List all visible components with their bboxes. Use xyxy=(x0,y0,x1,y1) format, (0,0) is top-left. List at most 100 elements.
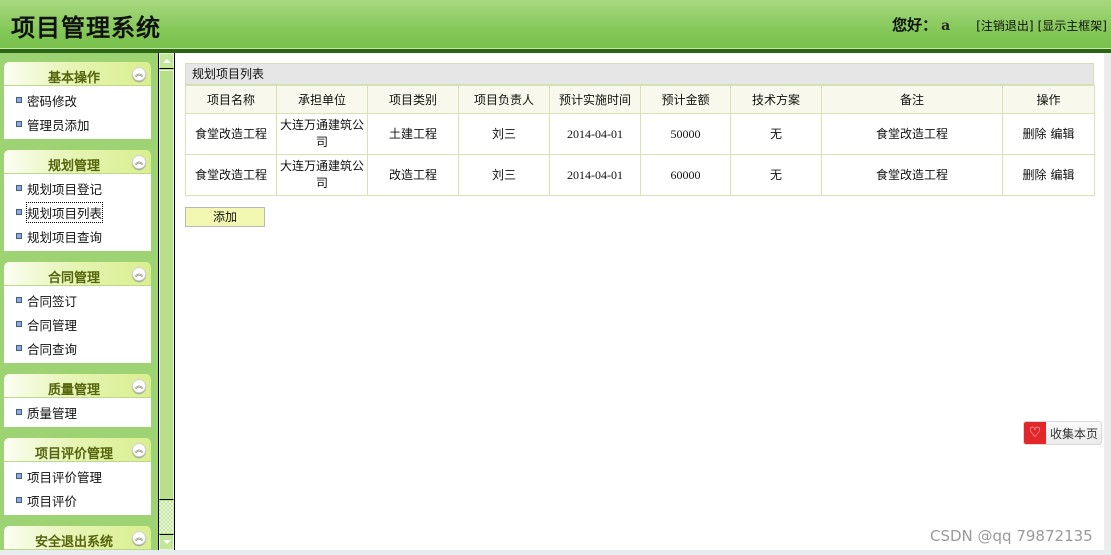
menu-item-label: 项目评价管理 xyxy=(27,469,103,485)
cell-date: 2014-04-01 xyxy=(549,154,641,196)
cell-unit: 大连万通建筑公司 xyxy=(276,113,368,155)
add-button[interactable]: 添加 xyxy=(185,207,265,227)
bullet-icon xyxy=(16,321,22,327)
cell-category: 土建工程 xyxy=(367,113,459,155)
bullet-icon xyxy=(16,121,22,127)
column-header: 项目负责人 xyxy=(458,85,550,114)
cell-manager: 刘三 xyxy=(458,113,550,155)
sidebar-item-quality-manage[interactable]: 质量管理 xyxy=(4,400,151,424)
column-header: 预计实施时间 xyxy=(549,85,641,114)
menu-item-label: 质量管理 xyxy=(27,405,78,421)
cell-plan: 无 xyxy=(730,154,822,196)
menu-group-header[interactable]: 安全退出系统 ︽ xyxy=(4,526,151,550)
arrow-up-icon xyxy=(162,59,171,63)
scroll-thumb[interactable] xyxy=(159,70,174,500)
bookmark-button[interactable]: ♡ 收集本页 xyxy=(1023,421,1102,445)
menu-group-title: 规划管理 xyxy=(47,159,100,174)
column-header: 预计金额 xyxy=(640,85,731,114)
cell-name: 食堂改造工程 xyxy=(185,154,277,196)
sidebar-item-contract-sign[interactable]: 合同签订 xyxy=(4,288,151,312)
scroll-up-button[interactable] xyxy=(159,53,174,69)
menu-group-header[interactable]: 质量管理 ︽ xyxy=(4,374,151,398)
sidebar-item-plan-register[interactable]: 规划项目登记 xyxy=(4,176,151,200)
main-content: 规划项目列表 项目名称 承担单位 项目类别 项目负责人 预计实施时间 预计金额 … xyxy=(176,53,1104,550)
edit-link[interactable]: 编辑 xyxy=(1051,127,1075,141)
menu-item-label: 管理员添加 xyxy=(27,117,90,133)
menu-item-label: 合同管理 xyxy=(27,317,78,333)
double-chevron-up-icon[interactable]: ︽ xyxy=(132,267,146,281)
greeting-label: 您好： xyxy=(892,16,938,34)
app-title: 项目管理系统 xyxy=(11,13,161,42)
column-header: 操作 xyxy=(1002,85,1095,114)
column-header: 项目类别 xyxy=(367,85,459,114)
bullet-icon xyxy=(16,233,22,239)
cell-remark: 食堂改造工程 xyxy=(821,113,1003,155)
menu-item-label: 合同查询 xyxy=(27,341,78,357)
cell-plan: 无 xyxy=(730,113,822,155)
menu-group-title: 质量管理 xyxy=(47,383,100,398)
plan-list-panel: 规划项目列表 项目名称 承担单位 项目类别 项目负责人 预计实施时间 预计金额 … xyxy=(185,63,1095,196)
sidebar-item-add-admin[interactable]: 管理员添加 xyxy=(4,112,151,136)
logout-link[interactable]: [注销退出] xyxy=(976,17,1033,34)
delete-link[interactable]: 删除 xyxy=(1022,127,1046,141)
sidebar-item-change-password[interactable]: 密码修改 xyxy=(4,88,151,112)
sidebar-item-evaluation[interactable]: 项目评价 xyxy=(4,488,151,512)
double-chevron-up-icon[interactable]: ︽ xyxy=(132,379,146,393)
table-header-row: 项目名称 承担单位 项目类别 项目负责人 预计实施时间 预计金额 技术方案 备注… xyxy=(185,85,1095,114)
menu-group-header[interactable]: 规划管理 ︽ xyxy=(4,150,151,174)
arrow-down-icon xyxy=(162,540,171,544)
double-chevron-up-icon[interactable]: ︽ xyxy=(132,67,146,81)
scroll-down-button[interactable] xyxy=(159,534,174,550)
sidebar-item-contract-manage[interactable]: 合同管理 xyxy=(4,312,151,336)
show-main-frame-link[interactable]: [显示主框架] xyxy=(1038,17,1107,34)
bullet-icon xyxy=(16,345,22,351)
menu-group-planning: 规划管理 ︽ 规划项目登记 规划项目列表 规划项目查询 xyxy=(4,150,151,251)
cell-manager: 刘三 xyxy=(458,154,550,196)
menu-group-header[interactable]: 基本操作 ︽ xyxy=(4,62,151,86)
menu-group-header[interactable]: 项目评价管理 ︽ xyxy=(4,438,151,462)
double-chevron-up-icon[interactable]: ︽ xyxy=(132,531,146,545)
bullet-icon xyxy=(16,185,22,191)
bullet-icon xyxy=(16,209,22,215)
edit-link[interactable]: 编辑 xyxy=(1051,168,1075,182)
page-scrollbar[interactable] xyxy=(1104,53,1111,550)
double-chevron-up-icon[interactable]: ︽ xyxy=(132,155,146,169)
heart-icon: ♡ xyxy=(1024,422,1046,444)
menu-item-label: 规划项目登记 xyxy=(27,181,103,197)
cell-category: 改造工程 xyxy=(367,154,459,196)
cell-unit: 大连万通建筑公司 xyxy=(276,154,368,196)
user-area: 您好： a [注销退出] [显示主框架] xyxy=(892,14,1107,35)
watermark: CSDN @qq 79872135 xyxy=(930,527,1093,545)
sidebar-item-evaluation-manage[interactable]: 项目评价管理 xyxy=(4,464,151,488)
delete-link[interactable]: 删除 xyxy=(1022,168,1046,182)
cell-actions: 删除 编辑 xyxy=(1002,113,1095,155)
menu-item-label: 项目评价 xyxy=(27,493,78,509)
column-header: 承担单位 xyxy=(276,85,368,114)
bullet-icon xyxy=(16,409,22,415)
bookmark-label: 收集本页 xyxy=(1050,426,1099,441)
sidebar-item-plan-list[interactable]: 规划项目列表 xyxy=(4,200,151,224)
column-header: 项目名称 xyxy=(185,85,277,114)
menu-group-basic: 基本操作 ︽ 密码修改 管理员添加 xyxy=(4,62,151,139)
menu-group-logout: 安全退出系统 ︽ xyxy=(4,526,151,550)
sidebar-item-contract-query[interactable]: 合同查询 xyxy=(4,336,151,360)
cell-actions: 删除 编辑 xyxy=(1002,154,1095,196)
sidebar-scrollbar[interactable] xyxy=(158,53,175,550)
menu-group-header[interactable]: 合同管理 ︽ xyxy=(4,262,151,286)
menu-group-title: 安全退出系统 xyxy=(34,535,113,550)
double-chevron-up-icon[interactable]: ︽ xyxy=(132,443,146,457)
scroll-track[interactable] xyxy=(159,501,174,533)
bullet-icon xyxy=(16,473,22,479)
column-header: 技术方案 xyxy=(730,85,822,114)
bullet-icon xyxy=(16,497,22,503)
cell-amount: 50000 xyxy=(640,113,731,155)
menu-group-title: 基本操作 xyxy=(47,71,100,86)
menu-item-label: 规划项目查询 xyxy=(27,229,103,245)
menu-group-evaluation: 项目评价管理 ︽ 项目评价管理 项目评价 xyxy=(4,438,151,515)
menu-item-label: 规划项目列表 xyxy=(25,201,104,223)
panel-title: 规划项目列表 xyxy=(185,63,1094,85)
cell-amount: 60000 xyxy=(640,154,731,196)
column-header: 备注 xyxy=(821,85,1003,114)
username: a xyxy=(941,18,951,34)
sidebar-item-plan-query[interactable]: 规划项目查询 xyxy=(4,224,151,248)
